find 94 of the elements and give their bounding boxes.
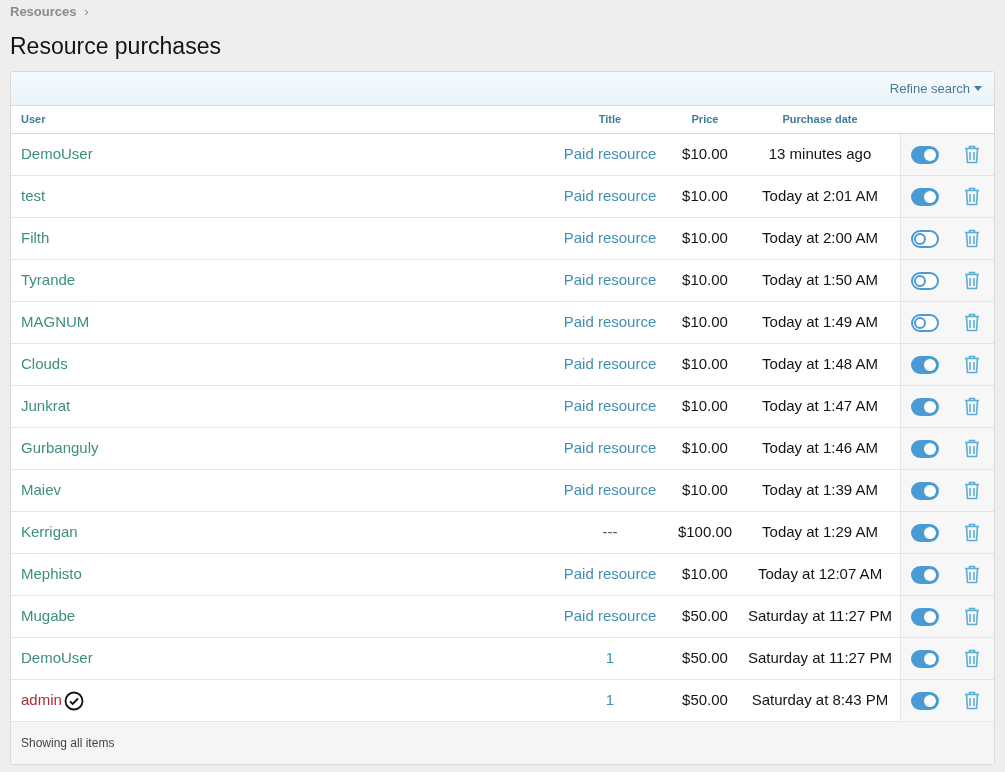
trash-icon[interactable] bbox=[963, 187, 980, 206]
user-link[interactable]: admin bbox=[21, 689, 62, 712]
resource-link[interactable]: 1 bbox=[605, 649, 615, 667]
resource-link[interactable]: Paid resource bbox=[563, 187, 657, 205]
trash-icon[interactable] bbox=[963, 523, 980, 542]
trash-icon[interactable] bbox=[963, 565, 980, 584]
trash-icon[interactable] bbox=[963, 397, 980, 416]
toggle-switch[interactable] bbox=[911, 355, 940, 374]
refine-search-button[interactable]: Refine search bbox=[889, 78, 982, 99]
toggle-switch[interactable] bbox=[911, 397, 940, 416]
user-link[interactable]: Maiev bbox=[21, 479, 61, 502]
trash-icon[interactable] bbox=[963, 229, 980, 248]
price-cell-text: $10.00 bbox=[681, 186, 729, 207]
resource-link[interactable]: Paid resource bbox=[563, 271, 657, 289]
trash-icon[interactable] bbox=[963, 313, 980, 332]
purchase-date: Today at 12:07 AM bbox=[756, 564, 884, 585]
toggle-switch[interactable] bbox=[911, 607, 940, 626]
trash-icon[interactable] bbox=[963, 607, 980, 626]
price-cell-text: $10.00 bbox=[681, 312, 729, 333]
price-cell-text: $10.00 bbox=[681, 396, 729, 417]
resource-link[interactable]: Paid resource bbox=[563, 355, 657, 373]
toggle-switch[interactable] bbox=[911, 649, 940, 668]
price-cell-text: $100.00 bbox=[676, 522, 734, 543]
user-link[interactable]: Tyrande bbox=[21, 269, 76, 292]
price-cell-text: $50.00 bbox=[681, 690, 729, 711]
footer-text: Showing all items bbox=[21, 735, 115, 752]
purchase-date: Saturday at 8:43 PM bbox=[750, 690, 890, 711]
user-link[interactable]: Gurbanguly bbox=[21, 437, 99, 460]
trash-icon[interactable] bbox=[963, 481, 980, 500]
breadcrumb-link[interactable]: Resources bbox=[10, 2, 77, 22]
price-cell-text: $10.00 bbox=[681, 564, 729, 585]
user-link[interactable]: test bbox=[21, 185, 46, 208]
purchase-date: Today at 2:01 AM bbox=[761, 186, 879, 207]
toggle-switch[interactable] bbox=[911, 313, 940, 332]
price-cell-text: $10.00 bbox=[681, 438, 729, 459]
resource-link[interactable]: Paid resource bbox=[563, 397, 657, 415]
price-cell-text: $10.00 bbox=[681, 354, 729, 375]
toggle-switch[interactable] bbox=[911, 145, 940, 164]
user-link[interactable]: DemoUser bbox=[21, 143, 93, 166]
purchase-date: Today at 1:46 AM bbox=[761, 438, 879, 459]
price-cell-text: $10.00 bbox=[681, 270, 729, 291]
purchase-date: Today at 1:47 AM bbox=[761, 396, 879, 417]
resource-link[interactable]: 1 bbox=[605, 691, 615, 709]
purchase-date: Today at 1:49 AM bbox=[761, 312, 879, 333]
column-header: User bbox=[20, 112, 47, 128]
purchase-date: Today at 1:50 AM bbox=[761, 270, 879, 291]
resource-title: --- bbox=[602, 523, 618, 541]
trash-icon[interactable] bbox=[963, 145, 980, 164]
trash-icon[interactable] bbox=[963, 271, 980, 290]
toggle-switch[interactable] bbox=[911, 439, 940, 458]
resource-link[interactable]: Paid resource bbox=[563, 481, 657, 499]
price-cell-text: $10.00 bbox=[681, 144, 729, 165]
toggle-switch[interactable] bbox=[911, 691, 940, 710]
trash-icon[interactable] bbox=[963, 439, 980, 458]
column-header: Purchase date bbox=[781, 112, 859, 128]
resource-link[interactable]: Paid resource bbox=[563, 145, 657, 163]
user-link[interactable]: Kerrigan bbox=[21, 521, 78, 544]
trash-icon[interactable] bbox=[963, 691, 980, 710]
user-link[interactable]: Mephisto bbox=[21, 563, 82, 586]
user-link[interactable]: Mugabe bbox=[21, 605, 76, 628]
resource-link[interactable]: Paid resource bbox=[563, 313, 657, 331]
page-title: Resource purchases bbox=[10, 32, 222, 61]
toggle-switch[interactable] bbox=[911, 229, 940, 248]
resource-link[interactable]: Paid resource bbox=[563, 229, 657, 247]
user-link[interactable]: Filth bbox=[21, 227, 50, 250]
purchase-date: Today at 1:39 AM bbox=[761, 480, 879, 501]
toggle-switch[interactable] bbox=[911, 481, 940, 500]
toggle-switch[interactable] bbox=[911, 271, 940, 290]
price-cell-text: $10.00 bbox=[681, 480, 729, 501]
column-header: Title bbox=[597, 112, 623, 128]
purchase-date: Today at 2:00 AM bbox=[761, 228, 879, 249]
resource-link[interactable]: Paid resource bbox=[563, 565, 657, 583]
purchase-date: Saturday at 11:27 PM bbox=[747, 606, 893, 627]
user-link[interactable]: DemoUser bbox=[21, 647, 93, 670]
purchase-date: Saturday at 11:27 PM bbox=[747, 648, 893, 669]
toggle-switch[interactable] bbox=[911, 523, 940, 542]
purchase-date: Today at 1:48 AM bbox=[761, 354, 879, 375]
user-link[interactable]: Clouds bbox=[21, 353, 68, 376]
price-cell-text: $50.00 bbox=[681, 606, 729, 627]
caret-icon bbox=[974, 86, 982, 91]
column-header: Price bbox=[690, 112, 720, 128]
resource-link[interactable]: Paid resource bbox=[563, 439, 657, 457]
price-cell-text: $50.00 bbox=[681, 648, 729, 669]
purchase-date: Today at 1:29 AM bbox=[761, 522, 879, 543]
toggle-switch[interactable] bbox=[911, 187, 940, 206]
trash-icon[interactable] bbox=[963, 355, 980, 374]
user-link[interactable]: Junkrat bbox=[21, 395, 71, 418]
chevron-icon: › bbox=[84, 3, 89, 21]
purchase-date: 13 minutes ago bbox=[767, 144, 873, 165]
resource-link[interactable]: Paid resource bbox=[563, 607, 657, 625]
price-cell-text: $10.00 bbox=[681, 228, 729, 249]
toggle-switch[interactable] bbox=[911, 565, 940, 584]
trash-icon[interactable] bbox=[963, 649, 980, 668]
user-link[interactable]: MAGNUM bbox=[21, 311, 90, 334]
